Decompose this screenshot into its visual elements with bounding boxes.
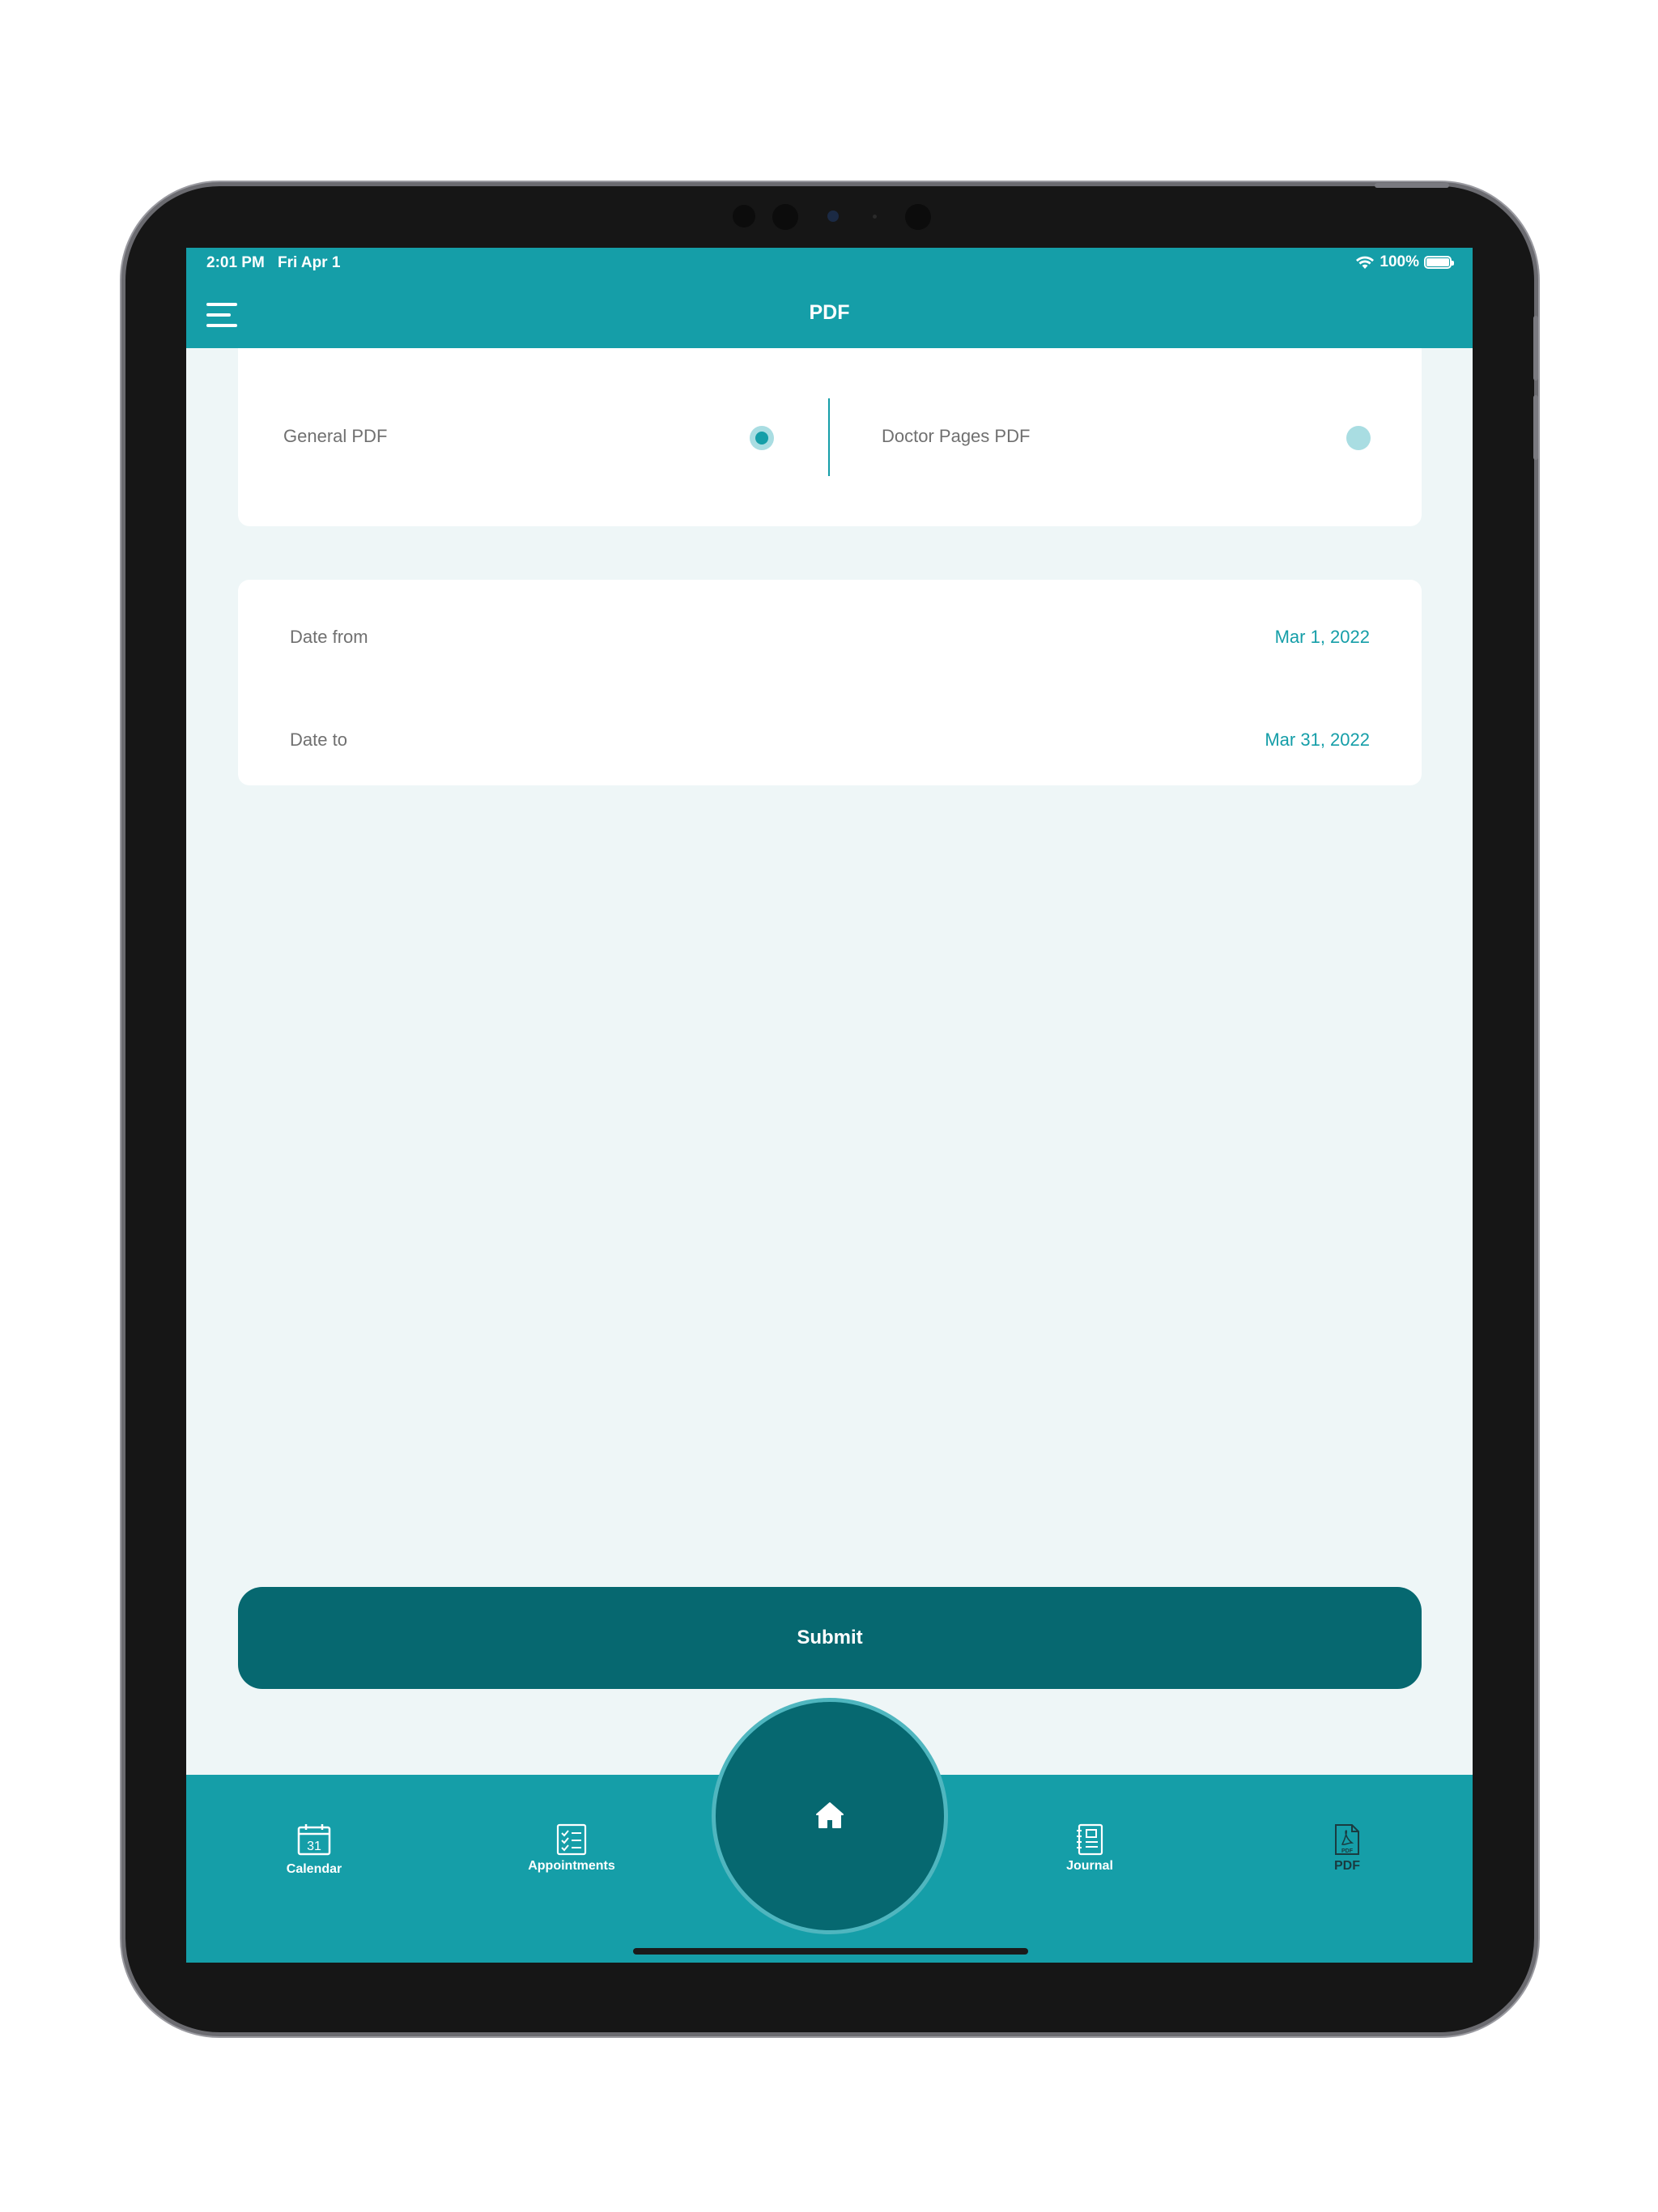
- tab-journal[interactable]: Journal: [1009, 1823, 1171, 1874]
- date-from-row[interactable]: Date from Mar 1, 2022: [238, 612, 1422, 664]
- tab-calendar[interactable]: 31 Calendar: [233, 1823, 395, 1877]
- date-to-label: Date to: [290, 730, 347, 750]
- status-time: 2:01 PM: [206, 254, 265, 271]
- camera-lens: [827, 211, 839, 222]
- battery-percent: 100%: [1380, 253, 1419, 270]
- page-title: PDF: [809, 301, 850, 324]
- top-button: [1375, 183, 1449, 188]
- pdf-file-icon: PDF: [1335, 1824, 1359, 1855]
- tab-pdf[interactable]: PDF PDF: [1266, 1823, 1428, 1874]
- date-to-row[interactable]: Date to Mar 31, 2022: [238, 715, 1422, 767]
- home-indicator: [633, 1948, 1028, 1955]
- sensor-dot: [772, 204, 798, 230]
- battery-icon: [1424, 256, 1454, 269]
- tab-label: PDF: [1334, 1859, 1360, 1873]
- tab-appointments[interactable]: Appointments: [491, 1823, 653, 1874]
- status-right: 100%: [1355, 253, 1454, 271]
- sensor-dot: [733, 205, 755, 228]
- calendar-icon: 31: [297, 1824, 331, 1856]
- sensor-dot: [905, 204, 931, 230]
- doctor-pages-pdf-radio[interactable]: [1346, 426, 1371, 450]
- camera-bar: [0, 201, 1658, 233]
- option-label: Doctor Pages PDF: [882, 426, 1031, 446]
- app-screen: 2:01 PM Fri Apr 1 100% PDF General PDF D…: [186, 248, 1473, 1963]
- home-icon: [816, 1802, 844, 1828]
- volume-down-button: [1533, 395, 1538, 460]
- wifi-icon: [1356, 256, 1375, 269]
- status-bar: 2:01 PM Fri Apr 1 100%: [186, 248, 1473, 280]
- home-button[interactable]: [716, 1702, 944, 1930]
- navigation-bar: PDF: [186, 280, 1473, 348]
- tab-label: Appointments: [528, 1859, 615, 1873]
- status-date: Fri Apr 1: [278, 254, 341, 271]
- date-from-label: Date from: [290, 627, 368, 647]
- general-pdf-radio[interactable]: [750, 426, 774, 450]
- checklist-icon: [556, 1823, 587, 1856]
- tab-label: Calendar: [286, 1862, 342, 1876]
- journal-icon: [1077, 1823, 1103, 1856]
- tab-label: Journal: [1066, 1859, 1113, 1873]
- volume-up-button: [1533, 316, 1538, 381]
- option-doctor-pages-pdf[interactable]: Doctor Pages PDF: [830, 348, 1422, 526]
- svg-text:31: 31: [307, 1840, 321, 1853]
- pdf-type-card: General PDF Doctor Pages PDF: [238, 348, 1422, 526]
- date-to-value[interactable]: Mar 31, 2022: [1265, 730, 1370, 751]
- date-from-value[interactable]: Mar 1, 2022: [1275, 627, 1370, 648]
- sensor-dot: [873, 215, 877, 219]
- submit-button[interactable]: Submit: [238, 1587, 1422, 1689]
- date-range-card: Date from Mar 1, 2022 Date to Mar 31, 20…: [238, 580, 1422, 785]
- svg-text:PDF: PDF: [1341, 1848, 1354, 1854]
- option-general-pdf[interactable]: General PDF: [238, 348, 828, 526]
- option-label: General PDF: [283, 426, 388, 446]
